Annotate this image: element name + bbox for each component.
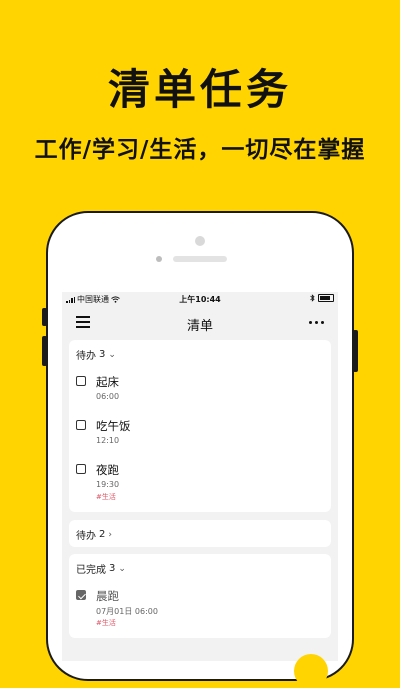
task-title: 吃午饭 [96,419,131,433]
task-item[interactable]: 吃午饭 12:10 [76,418,324,448]
task-time: 07月01日 06:00 [96,607,158,616]
section-count: 3 [109,563,116,574]
todo-section-header[interactable]: 待办 3 ⌄ [76,347,116,362]
promo-title: 清单任务 [107,65,292,114]
todo-section-card: 待办 3 ⌄ 起床 06:00 吃午饭 12:10 夜跑 19:30 #生活 [69,340,331,512]
phone-volume-button [42,336,47,366]
task-checkbox[interactable] [76,464,86,474]
todo-collapsed-section-header[interactable]: 待办 2 › [76,527,112,542]
section-label: 已完成 [76,565,106,576]
task-tag[interactable]: #生活 [96,492,116,502]
task-checkbox-checked[interactable] [76,590,86,600]
bluetooth-icon [310,294,315,302]
status-bar: 中国联通 上午10:44 [62,292,338,306]
task-time: 19:30 [96,480,120,489]
task-title: 晨跑 [96,589,119,603]
section-count: 2 [99,529,106,540]
nav-bar: 清单 [62,306,338,338]
task-item-done[interactable]: 晨跑 07月01日 06:00 #生活 [76,588,324,630]
task-checkbox[interactable] [76,420,86,430]
task-item[interactable]: 起床 06:00 [76,374,324,404]
phone-power-button [353,330,358,372]
promo-subtitle: 工作/学习/生活，一切尽在掌握 [34,137,366,163]
battery-icon [318,294,334,302]
status-time: 上午10:44 [179,295,221,304]
done-section-header[interactable]: 已完成 3 ⌄ [76,561,126,576]
more-dots-icon[interactable] [309,321,324,324]
section-count: 3 [99,349,106,360]
chevron-down-icon: ⌄ [108,349,116,360]
todo-collapsed-section-card[interactable]: 待办 2 › [69,520,331,547]
page-title: 清单 [186,319,213,334]
done-section-card: 已完成 3 ⌄ 晨跑 07月01日 06:00 #生活 [69,554,331,638]
app-screen: 中国联通 上午10:44 清单 待办 3 ⌄ 起床 06:00 吃午饭 12:1… [62,292,338,661]
chevron-down-icon: ⌄ [118,563,126,574]
task-title: 夜跑 [96,463,119,477]
task-title: 起床 [96,375,119,389]
front-camera [195,236,205,246]
phone-mute-switch [42,308,47,326]
earpiece-speaker [173,256,227,262]
section-label: 待办 [76,351,96,362]
chevron-right-icon: › [108,529,112,540]
task-time: 12:10 [96,436,120,445]
task-item[interactable]: 夜跑 19:30 #生活 [76,462,324,504]
task-time: 06:00 [96,392,120,401]
proximity-sensor [156,256,162,262]
task-tag[interactable]: #生活 [96,618,116,628]
add-task-button[interactable] [294,654,328,688]
task-checkbox[interactable] [76,376,86,386]
section-label: 待办 [76,531,96,542]
